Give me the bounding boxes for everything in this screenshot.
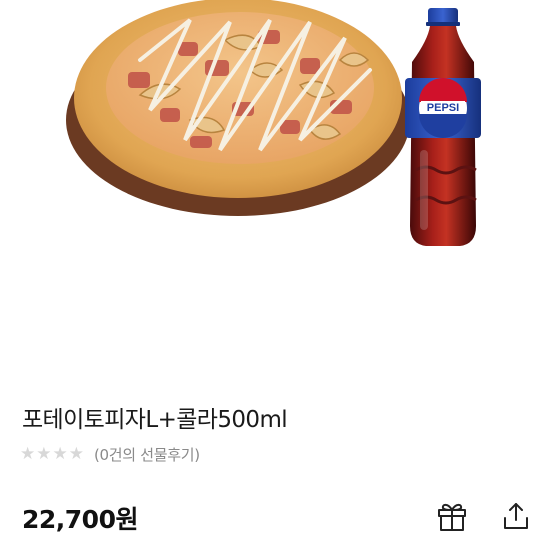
product-title: 포테이토피자L+콜라500ml [22,407,288,433]
star-rating: ★ ★ ★ ★ [20,443,84,464]
gift-icon [438,503,466,531]
share-button[interactable] [494,494,538,538]
rating-row[interactable]: ★ ★ ★ ★ (0건의 선물후기) [20,442,200,466]
star-icon: ★ [20,443,36,464]
product-illustration: PEPSI [66,0,481,246]
product-image: PEPSI [0,0,554,330]
review-count-link[interactable]: (0건의 선물후기) [94,444,200,465]
share-icon [504,503,528,529]
product-actions [430,494,540,540]
pepsi-bottle: PEPSI [405,8,481,246]
product-price: 22,700원 [22,505,138,534]
star-icon: ★ [52,443,68,464]
gift-button[interactable] [430,494,474,538]
star-icon: ★ [68,443,84,464]
pepsi-logo-text: PEPSI [427,102,459,114]
star-icon: ★ [36,443,52,464]
